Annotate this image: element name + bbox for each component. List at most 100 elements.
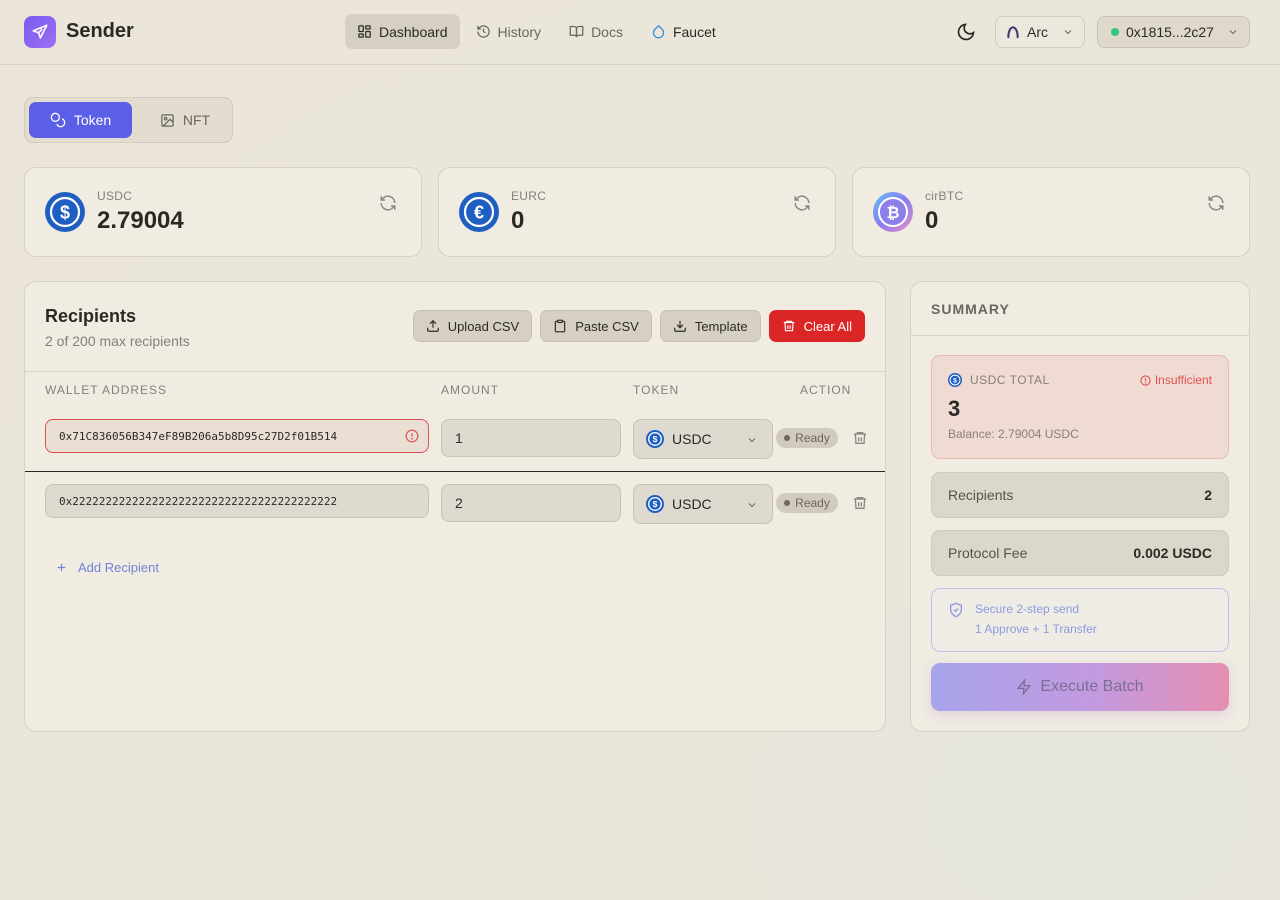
wallet-address-field[interactable]: 0x71C836056B347eF89B206a5b8D95c27D2f01B5… [45,419,429,453]
status-label: Ready [795,431,830,445]
clear-all-button[interactable]: Clear All [768,310,865,342]
trash-icon[interactable] [852,430,868,446]
nav-dashboard-label: Dashboard [379,23,448,40]
amount-field[interactable]: 2 [441,484,621,522]
chevron-down-icon [1064,30,1072,35]
alert-circle-icon [1140,374,1151,386]
chain-selector[interactable]: Arc [995,16,1085,48]
chevron-down-icon [748,503,756,508]
trash-icon [783,320,794,332]
top-header: Sender Dashboard History Docs Faucet Arc… [0,0,1280,65]
balance-value: 0 [925,207,939,234]
total-box: $ USDC TOTAL Insufficient 3 Balance: 2.7… [931,355,1229,459]
add-recipient-label: Add Recipient [78,560,159,575]
chevron-down-icon [1229,30,1237,35]
nav-dashboard[interactable]: Dashboard [345,14,460,49]
refresh-icon[interactable] [793,194,811,212]
trash-icon[interactable] [852,495,868,511]
recipients-stat-label: Recipients [948,487,1014,503]
summary-title: SUMMARY [911,282,1249,336]
balance-card-eurc: € EURC 0 [438,167,836,257]
insufficient-badge: Insufficient [1140,373,1212,387]
amount-value: 1 [455,430,463,446]
alert-circle-icon [405,429,419,443]
wallet-address-field[interactable]: 0x22222222222222222222222222222222222222… [45,484,429,518]
usdc-icon: $ [948,373,962,387]
clear-all-label: Clear All [803,318,852,334]
amount-value: 2 [455,495,463,511]
usdc-icon: $ [646,495,664,513]
column-amount: AMOUNT [441,383,499,397]
table-header: WALLET ADDRESS AMOUNT TOKEN ACTION [25,371,885,407]
add-recipient-button[interactable]: Add Recipient [55,560,159,575]
token-select-value: USDC [672,496,712,512]
coins-icon [50,112,66,128]
protocol-fee-label: Protocol Fee [948,545,1028,561]
logo-icon[interactable] [24,16,56,48]
token-select-value: USDC [672,431,712,447]
refresh-icon[interactable] [1207,194,1225,212]
execute-batch-button[interactable]: Execute Batch [931,663,1229,711]
nav-faucet-label: Faucet [672,23,716,40]
main-nav: Dashboard History Docs Faucet [345,14,728,49]
upload-csv-label: Upload CSV [447,318,520,334]
total-label: USDC TOTAL [970,373,1050,387]
secure-subtitle: 1 Approve + 1 Transfer [975,622,1097,636]
tab-nft[interactable]: NFT [145,102,225,138]
balance-card-usdc: $ USDC 2.79004 [24,167,422,257]
nav-docs[interactable]: Docs [557,14,635,49]
recipients-panel: Recipients 2 of 200 max recipients Uploa… [24,281,886,732]
wallet-address-value: 0x22222222222222222222222222222222222222… [59,494,338,508]
execute-batch-label: Execute Batch [1040,678,1144,695]
protocol-fee-stat: Protocol Fee 0.002 USDC [931,530,1229,576]
recipients-title: Recipients [45,306,137,326]
amount-field[interactable]: 1 [441,419,621,457]
svg-text:$: $ [653,434,658,444]
token-select[interactable]: $ USDC [633,419,773,459]
tab-token[interactable]: Token [29,102,132,138]
arc-logo-icon [1007,26,1019,39]
svg-text:$: $ [653,499,658,509]
book-icon [569,25,584,38]
nav-history[interactable]: History [464,14,554,49]
app-name[interactable]: Sender [66,20,134,43]
nav-faucet[interactable]: Faucet [639,14,728,49]
wallet-address: 0x1815...2c27 [1126,24,1214,40]
total-balance: Balance: 2.79004 USDC [948,427,1079,441]
template-label: Template [694,318,748,334]
column-action: ACTION [800,383,852,397]
moon-icon[interactable] [956,22,976,42]
status-badge: Ready [776,493,838,513]
eurc-icon: € [459,192,499,232]
connected-dot [1111,28,1119,36]
balance-symbol: EURC [511,189,547,203]
download-icon [673,320,686,332]
lightning-icon [1016,679,1032,695]
paste-csv-button[interactable]: Paste CSV [540,310,652,342]
balance-value: 0 [511,207,525,234]
table-row: 0x71C836056B347eF89B206a5b8D95c27D2f01B5… [25,408,885,472]
upload-icon [426,319,439,332]
summary-panel: SUMMARY $ USDC TOTAL Insufficient 3 Bala… [910,281,1250,732]
usdc-icon: $ [45,192,85,232]
droplet-icon [652,24,665,39]
secure-title: Secure 2-step send [975,602,1080,616]
template-button[interactable]: Template [659,310,761,342]
image-icon [161,113,174,127]
token-select[interactable]: $ USDC [633,484,773,524]
balance-card-cirbtc: ₿ cirBTC 0 [852,167,1250,257]
chevron-down-icon [748,438,756,443]
refresh-icon[interactable] [379,194,397,212]
svg-text:€: € [474,203,484,223]
nav-docs-label: Docs [591,23,623,40]
secure-info-box: Secure 2-step send 1 Approve + 1 Transfe… [931,588,1229,652]
nav-history-label: History [497,23,542,40]
upload-csv-button[interactable]: Upload CSV [412,310,533,342]
usdc-icon: $ [646,430,664,448]
balance-symbol: USDC [97,189,133,203]
column-address: WALLET ADDRESS [45,383,168,397]
wallet-button[interactable]: 0x1815...2c27 [1097,16,1250,48]
grid-icon [358,25,371,38]
btc-icon: ₿ [873,192,913,232]
shield-check-icon [950,602,962,618]
